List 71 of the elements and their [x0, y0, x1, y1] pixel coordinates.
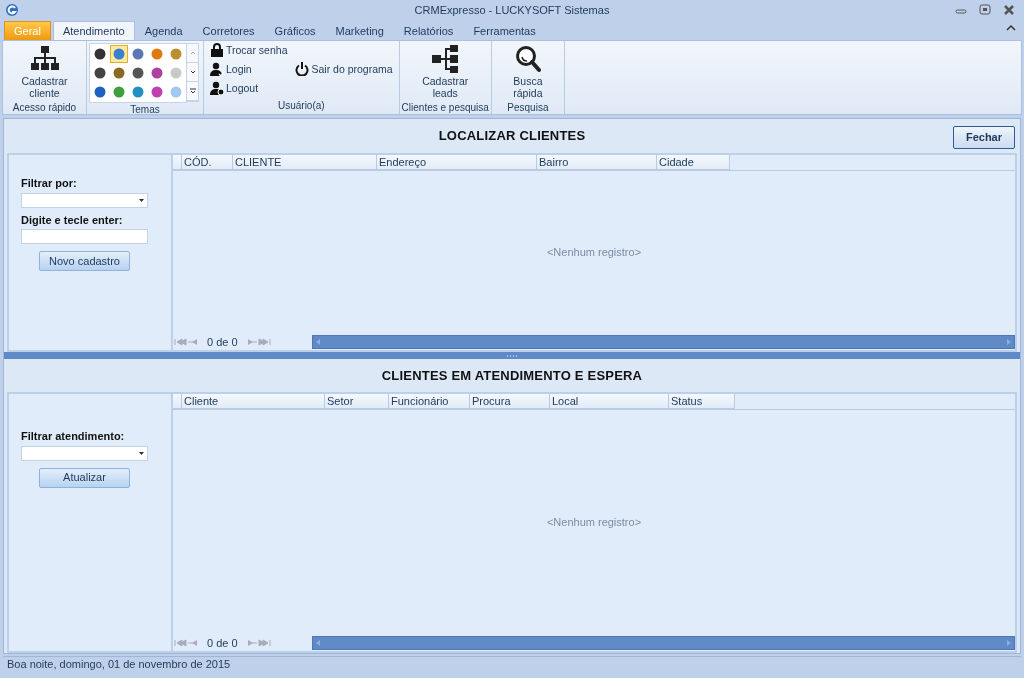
- ribbon-button[interactable]: Cadastrar leads: [413, 43, 478, 101]
- group-label: Usuário(a): [276, 99, 326, 113]
- last-page-icon[interactable]: [257, 638, 272, 648]
- search-icon: [514, 45, 541, 73]
- column-header[interactable]: Setor: [325, 394, 389, 409]
- dropdown-field[interactable]: [21, 445, 148, 461]
- field-label: Filtrar por:: [21, 176, 78, 191]
- column-header[interactable]: CÓD.: [182, 155, 233, 170]
- column-header[interactable]: Procura: [470, 394, 550, 409]
- window-title: CRMExpresso - LUCKYSOFT Sistemas: [414, 2, 610, 18]
- user-icon: [210, 81, 224, 95]
- restore-button[interactable]: [978, 3, 992, 16]
- column-header[interactable]: Cliente: [182, 394, 325, 409]
- section-title: LOCALIZAR CLIENTES: [438, 127, 586, 146]
- field-label: Filtrar atendimento:: [21, 429, 126, 444]
- ribbon-tab[interactable]: Marketing: [325, 21, 394, 40]
- collapse-ribbon-icon[interactable]: [1006, 24, 1016, 32]
- column-header[interactable]: Local: [550, 394, 669, 409]
- power-icon: [295, 62, 310, 76]
- ribbon-button[interactable]: Busca rápida: [495, 43, 560, 101]
- ribbon-button[interactable]: Logout: [208, 80, 290, 96]
- section-title: CLIENTES EM ATENDIMENTO E ESPERA: [381, 366, 643, 385]
- caret-icon: [139, 198, 144, 202]
- column-header[interactable]: Funcionário: [389, 394, 470, 409]
- arrow-icon: [315, 339, 320, 345]
- status-text: Boa noite, domingo, 01 de novembro de 2015: [3, 656, 1021, 673]
- arrow-icon: [188, 87, 197, 95]
- hierarchy-icon: [431, 45, 460, 73]
- group-label: Acesso rápido: [11, 101, 78, 115]
- column-header[interactable]: CLIENTE: [233, 155, 377, 170]
- ribbon-tab[interactable]: Ferramentas: [463, 21, 546, 40]
- caret-icon: [139, 451, 144, 455]
- user-icon: [210, 62, 224, 76]
- close-button[interactable]: [1002, 3, 1016, 16]
- column-header[interactable]: Bairro: [537, 155, 657, 170]
- field-label: Digite e tecle enter:: [21, 212, 124, 228]
- horizontal-scrollbar[interactable]: [311, 636, 1015, 650]
- dropdown-field[interactable]: [21, 192, 148, 208]
- ribbon-tab[interactable]: Atendimento: [52, 21, 135, 40]
- group-label: Clientes e pesquisa: [400, 101, 490, 115]
- action-button[interactable]: Novo cadastro: [39, 251, 130, 271]
- ribbon-tab[interactable]: Relatórios: [393, 21, 464, 40]
- page-counter: 0 de 0: [207, 635, 238, 651]
- arrow-icon: [315, 640, 320, 646]
- arrow-icon: [1007, 640, 1011, 646]
- empty-message: <Nenhum registro>: [546, 245, 642, 261]
- arrow-icon: [1007, 339, 1011, 345]
- close-button[interactable]: Fechar: [952, 126, 1015, 149]
- group-label: Temas: [129, 103, 161, 117]
- column-header[interactable]: Cidade: [657, 155, 730, 170]
- lock-icon: [210, 43, 224, 57]
- page-counter: 0 de 0: [207, 334, 238, 350]
- ribbon-tab[interactable]: Agenda: [134, 21, 193, 40]
- org-chart-icon: [30, 45, 59, 73]
- group-label: Pesquisa: [506, 101, 550, 115]
- column-header[interactable]: Endereço: [377, 155, 537, 170]
- horizontal-scrollbar[interactable]: [311, 335, 1015, 349]
- action-button[interactable]: Atualizar: [39, 467, 130, 488]
- last-page-icon[interactable]: [257, 337, 272, 347]
- ribbon-button[interactable]: Cadastrar cliente: [12, 43, 77, 101]
- first-page-icon[interactable]: [173, 337, 187, 347]
- column-header[interactable]: Status: [669, 394, 735, 409]
- input-field[interactable]: [21, 229, 148, 244]
- ribbon-button[interactable]: Sair do programa: [293, 61, 395, 77]
- ribbon-button[interactable]: Login: [208, 61, 290, 77]
- ribbon-tab[interactable]: Corretores: [192, 21, 265, 40]
- ribbon-button[interactable]: Trocar senha: [208, 42, 290, 58]
- first-page-icon[interactable]: [173, 638, 187, 648]
- app-logo-icon: [5, 3, 19, 17]
- empty-message: <Nenhum registro>: [546, 515, 642, 531]
- ribbon-tab[interactable]: Gráficos: [264, 21, 326, 40]
